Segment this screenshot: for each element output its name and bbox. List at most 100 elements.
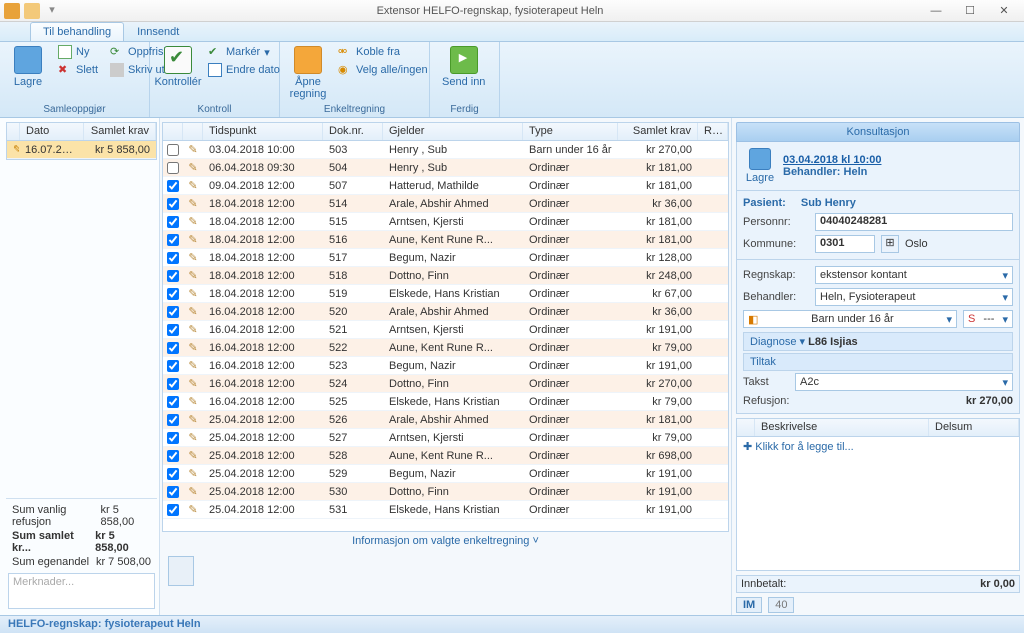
marker-button[interactable]: ✔Markér ▾ [204,44,284,60]
im-button[interactable]: IM [736,597,762,613]
edit-icon[interactable]: ✎ [183,359,203,372]
row-checkbox[interactable] [163,144,183,156]
tab-innsendt[interactable]: Innsendt [124,22,192,41]
takst-select[interactable]: A2c▾ [795,373,1013,391]
row-checkbox[interactable] [163,396,183,408]
row-checkbox[interactable] [163,306,183,318]
lagre-button[interactable]: Lagre [6,44,50,104]
kontroller-button[interactable]: ✔ Kontrollér [156,44,200,104]
row-checkbox[interactable] [163,504,183,516]
table-row[interactable]: ✎25.04.2018 12:00526Arale, Abshir AhmedO… [163,411,728,429]
save-icon[interactable] [24,3,40,19]
edit-icon[interactable]: ✎ [183,341,203,354]
row-checkbox[interactable] [163,180,183,192]
tiltak-tab[interactable]: Tiltak [743,353,1013,371]
kommune-input[interactable]: 0301 [815,235,875,253]
edit-icon[interactable]: ✎ [183,413,203,426]
info-link[interactable]: Informasjon om valgte enkeltregning ˅ [162,532,729,550]
table-row[interactable]: ✎25.04.2018 12:00528Aune, Kent Rune R...… [163,447,728,465]
edit-icon[interactable]: ✎ [183,179,203,192]
sendinn-button[interactable]: ▶ Send inn [436,44,491,104]
table-row[interactable]: ✎09.04.2018 12:00507Hatterud, MathildeOr… [163,177,728,195]
row-checkbox[interactable] [163,198,183,210]
row-checkbox[interactable] [163,324,183,336]
velgalle-button[interactable]: ◉Velg alle/ingen [334,62,432,78]
konsult-date-link[interactable]: 03.04.2018 kl 10:00 [783,154,881,166]
col-samletkrav[interactable]: Samlet krav [84,123,156,140]
lookup-icon[interactable]: ⊞ [881,235,899,253]
edit-icon[interactable]: ✎ [183,323,203,336]
table-row[interactable]: ✎18.04.2018 12:00519Elskede, Hans Kristi… [163,285,728,303]
table-row[interactable]: ✎16.04.2018 12:00520Arale, Abshir AhmedO… [163,303,728,321]
table-row[interactable]: ✎18.04.2018 12:00515Arntsen, KjerstiOrdi… [163,213,728,231]
edit-icon[interactable]: ✎ [183,269,203,282]
koblefra-button[interactable]: ⚮Koble fra [334,44,432,60]
edit-icon[interactable]: ✎ [183,467,203,480]
ny-button[interactable]: Ny [54,44,102,60]
edit-icon[interactable]: ✎ [183,431,203,444]
col-tidspunkt[interactable]: Tidspunkt [203,123,323,140]
table-row[interactable]: ✎25.04.2018 12:00530Dottno, FinnOrdinærk… [163,483,728,501]
col-doknr[interactable]: Dok.nr. [323,123,383,140]
row-checkbox[interactable] [163,486,183,498]
row-checkbox[interactable] [163,378,183,390]
close-button[interactable]: ✕ [988,2,1020,20]
b40-button[interactable]: 40 [768,597,794,613]
maximize-button[interactable]: ☐ [954,2,986,20]
table-row[interactable]: ✎18.04.2018 12:00518Dottno, FinnOrdinærk… [163,267,728,285]
row-checkbox[interactable] [163,342,183,354]
row-checkbox[interactable] [163,162,183,174]
apne-regning-button[interactable]: Åpne regning [286,44,330,104]
summary-row[interactable]: ✎ 16.07.2018 kr 5 858,00 [7,141,156,159]
endredato-button[interactable]: Endre dato [204,62,284,78]
edit-icon[interactable]: ✎ [183,449,203,462]
edit-icon[interactable]: ✎ [183,287,203,300]
add-row-button[interactable]: ✚ Klikk for å legge til... [737,437,1019,456]
barn-select[interactable]: ◧ Barn under 16 år▾ [743,310,957,328]
edit-icon[interactable]: ✎ [183,251,203,264]
row-checkbox[interactable] [163,360,183,372]
row-checkbox[interactable] [163,450,183,462]
table-row[interactable]: ✎25.04.2018 12:00527Arntsen, KjerstiOrdi… [163,429,728,447]
row-checkbox[interactable] [163,432,183,444]
diagnose-tab[interactable]: Diagnose ▾ L86 Isjias [743,332,1013,351]
minimize-button[interactable]: — [920,2,952,20]
row-checkbox[interactable] [163,414,183,426]
col-ref[interactable]: Ref [698,123,728,140]
table-row[interactable]: ✎16.04.2018 12:00521Arntsen, KjerstiOrdi… [163,321,728,339]
edit-icon[interactable]: ✎ [183,377,203,390]
code-select[interactable]: S---▾ [963,310,1013,328]
table-row[interactable]: ✎18.04.2018 12:00514Arale, Abshir AhmedO… [163,195,728,213]
col-beskrivelse[interactable]: Beskrivelse [755,419,929,436]
regnskap-select[interactable]: ekstensor kontant▾ [815,266,1013,284]
row-checkbox[interactable] [163,252,183,264]
table-row[interactable]: ✎16.04.2018 12:00523Begum, NazirOrdinærk… [163,357,728,375]
table-row[interactable]: ✎18.04.2018 12:00516Aune, Kent Rune R...… [163,231,728,249]
row-checkbox[interactable] [163,288,183,300]
merknader-input[interactable]: Merknader... [8,573,155,609]
edit-icon[interactable]: ✎ [183,143,203,156]
table-row[interactable]: ✎25.04.2018 12:00531Elskede, Hans Kristi… [163,501,728,519]
col-delsum[interactable]: Delsum [929,419,1019,436]
col-samletkrav[interactable]: Samlet krav [618,123,698,140]
personnr-input[interactable]: 04040248281 [815,213,1013,231]
edit-icon[interactable]: ✎ [183,503,203,516]
table-row[interactable]: ✎06.04.2018 09:30504Henry , SubOrdinærkr… [163,159,728,177]
row-checkbox[interactable] [163,234,183,246]
table-row[interactable]: ✎03.04.2018 10:00503Henry , SubBarn unde… [163,141,728,159]
edit-icon[interactable]: ✎ [183,215,203,228]
table-row[interactable]: ✎18.04.2018 12:00517Begum, NazirOrdinærk… [163,249,728,267]
edit-icon[interactable]: ✎ [183,305,203,318]
row-checkbox[interactable] [163,270,183,282]
edit-icon[interactable]: ✎ [183,395,203,408]
edit-icon[interactable]: ✎ [183,233,203,246]
slett-button[interactable]: ✖Slett [54,62,102,78]
tab-til-behandling[interactable]: Til behandling [30,22,124,41]
edit-icon[interactable]: ✎ [183,485,203,498]
lagre-konsult-button[interactable]: Lagre [743,148,777,184]
col-dato[interactable]: Dato [20,123,84,140]
col-gjelder[interactable]: Gjelder [383,123,523,140]
row-checkbox[interactable] [163,216,183,228]
table-row[interactable]: ✎16.04.2018 12:00525Elskede, Hans Kristi… [163,393,728,411]
edit-icon[interactable]: ✎ [183,161,203,174]
